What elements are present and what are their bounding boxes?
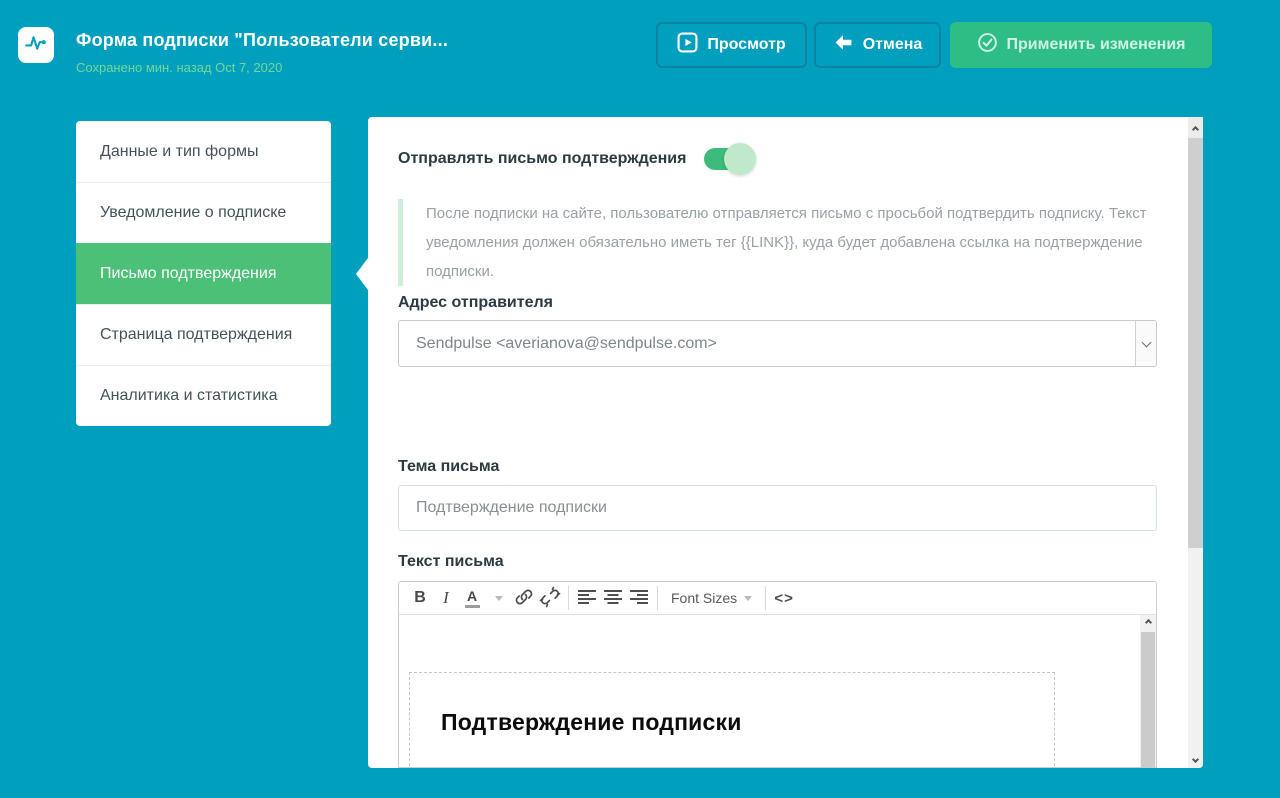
unlink-icon — [539, 586, 561, 611]
align-right-button[interactable] — [626, 585, 652, 611]
preview-button[interactable]: Просмотр — [656, 22, 807, 68]
sidebar-item-label: Уведомление о подписке — [100, 204, 287, 221]
cancel-button[interactable]: Отмена — [814, 22, 941, 68]
apply-changes-label: Применить изменения — [1006, 36, 1186, 53]
toggle-label: Отправлять письмо подтверждения — [398, 150, 687, 167]
toolbar-divider — [568, 586, 569, 610]
panel-scrollbar-thumb[interactable] — [1188, 138, 1203, 548]
saved-status: Сохранено мин. назад Oct 7, 2020 — [76, 60, 283, 75]
align-center-icon — [603, 589, 623, 608]
font-sizes-label: Font Sizes — [671, 590, 738, 606]
align-center-button[interactable] — [600, 585, 626, 611]
editor-scrollbar-thumb[interactable] — [1141, 632, 1155, 767]
editable-block[interactable]: Подтверждение подписки — [409, 672, 1055, 767]
remove-link-button[interactable] — [537, 585, 563, 611]
sidebar-item-form-data[interactable]: Данные и тип формы — [76, 121, 331, 182]
font-sizes-dropdown[interactable]: Font Sizes — [663, 585, 760, 611]
toolbar-divider — [765, 586, 767, 610]
caret-down-icon — [495, 595, 503, 601]
pulse-icon — [23, 30, 49, 61]
align-left-button[interactable] — [574, 585, 600, 611]
link-icon — [513, 586, 535, 611]
source-code-button[interactable]: <> — [771, 585, 797, 611]
text-color-button[interactable]: A — [459, 585, 485, 611]
app-logo[interactable] — [18, 27, 54, 63]
cancel-button-label: Отмена — [862, 36, 923, 53]
email-heading: Подтверждение подписки — [441, 709, 742, 735]
sender-address-select[interactable]: Sendpulse <averianova@sendpulse.com> — [398, 320, 1157, 367]
active-item-pointer — [356, 258, 368, 290]
preview-button-label: Просмотр — [707, 36, 786, 53]
caret-down-icon — [744, 595, 753, 601]
editor-scrollbar[interactable] — [1140, 615, 1156, 767]
apply-changes-button[interactable]: Применить изменения — [950, 22, 1212, 68]
settings-sidebar: Данные и тип формы Уведомление о подписк… — [76, 121, 331, 426]
scroll-up-button[interactable] — [1188, 117, 1203, 138]
subject-label: Тема письма — [398, 458, 500, 475]
arrow-left-icon — [833, 32, 854, 58]
play-icon — [677, 32, 698, 58]
align-left-icon — [577, 589, 597, 608]
scroll-down-icon[interactable] — [1188, 755, 1203, 764]
editor-toolbar: B I A Font Sizes <> — [399, 582, 1156, 615]
bold-button[interactable]: B — [407, 585, 433, 611]
text-color-menu-button[interactable] — [485, 585, 511, 611]
sidebar-item-analytics[interactable]: Аналитика и статистика — [76, 365, 331, 426]
sender-address-label: Адрес отправителя — [398, 294, 553, 311]
text-color-icon: A — [464, 589, 480, 608]
italic-button[interactable]: I — [433, 585, 459, 611]
toggle-knob — [724, 143, 757, 175]
chevron-down-icon — [1141, 337, 1151, 347]
toolbar-divider — [657, 586, 658, 610]
body-label: Текст письма — [398, 553, 504, 570]
sidebar-item-confirmation-page[interactable]: Страница подтверждения — [76, 304, 331, 365]
insert-link-button[interactable] — [511, 585, 537, 611]
sidebar-item-label: Аналитика и статистика — [100, 387, 278, 404]
sender-address-value: Sendpulse <averianova@sendpulse.com> — [416, 334, 717, 352]
subject-input[interactable] — [398, 485, 1157, 531]
panel-scrollbar[interactable] — [1188, 117, 1203, 768]
editor-content-area[interactable]: Подтверждение подписки — [399, 615, 1156, 767]
info-note: После подписки на сайте, пользователю от… — [398, 199, 1148, 286]
sidebar-item-label: Данные и тип формы — [100, 142, 259, 160]
sidebar-item-label: Страница подтверждения — [100, 326, 293, 343]
settings-panel: Отправлять письмо подтверждения После по… — [356, 117, 1203, 768]
sidebar-item-label: Письмо подтверждения — [100, 265, 277, 282]
header-title-block: Форма подписки "Пользователи серви... Со… — [76, 30, 448, 75]
select-dropdown-zone[interactable] — [1135, 321, 1156, 366]
check-circle-icon — [977, 32, 998, 58]
sidebar-item-subscription-notification[interactable]: Уведомление о подписке — [76, 182, 331, 243]
page-title: Форма подписки "Пользователи серви... — [76, 30, 449, 50]
align-right-icon — [629, 589, 649, 608]
sidebar-item-confirmation-email[interactable]: Письмо подтверждения — [76, 243, 331, 304]
email-body-editor: B I A Font Sizes <> Подтверждение подпис… — [398, 581, 1157, 768]
scroll-up-icon[interactable] — [1140, 618, 1156, 627]
confirmation-email-toggle[interactable] — [704, 143, 757, 175]
